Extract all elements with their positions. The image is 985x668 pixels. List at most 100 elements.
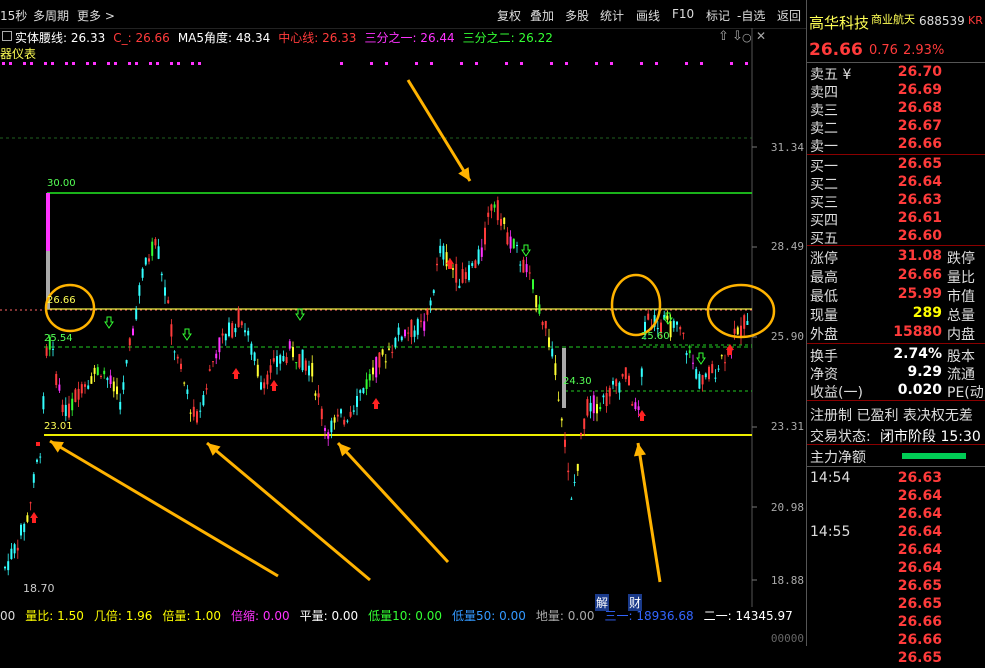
menu-draw[interactable]: 画线 [636, 7, 660, 24]
ask-row-label: 卖四 [810, 85, 838, 101]
candle-body [410, 319, 413, 338]
more-button[interactable]: 更多 > [77, 7, 115, 24]
candle-body [205, 388, 208, 390]
candle-body [272, 358, 275, 362]
candle-body [4, 566, 6, 569]
candle-body [407, 332, 410, 334]
candle-body [125, 360, 128, 364]
signal-dot [128, 62, 131, 65]
ask-row: 卖二 26.67 [807, 118, 985, 137]
candle-body [279, 355, 282, 364]
menu-back[interactable]: 返回 [777, 7, 801, 24]
candle-body [148, 258, 150, 262]
candle-body [672, 320, 675, 328]
menu-mark[interactable]: 标记 [706, 7, 730, 24]
menu-watchlist[interactable]: -自选 [737, 7, 765, 24]
candle-body [202, 395, 205, 406]
candle-body [423, 321, 426, 331]
candle-body [7, 561, 10, 571]
menu-overlay[interactable]: 叠加 [530, 7, 554, 24]
candle-body [352, 410, 355, 412]
notice-text: 注册制 已盈利 表决权无差 [810, 408, 973, 424]
candles [4, 193, 749, 576]
signal-dot [610, 62, 613, 65]
candle-body [567, 470, 570, 473]
candle-body [317, 393, 320, 398]
ask-row: 卖四 26.69 [807, 82, 985, 101]
price-tick: 31.34 [770, 141, 804, 154]
candle-body [20, 524, 22, 536]
candle-body [52, 348, 54, 350]
candle-body [509, 236, 512, 249]
candle-body [13, 544, 16, 554]
main-flow-bar [902, 453, 966, 459]
signal-dot [30, 62, 33, 65]
candle-body [666, 315, 669, 320]
candle-body [71, 398, 74, 411]
candle-body [215, 353, 218, 359]
candle-body [269, 365, 272, 373]
candle-body [490, 204, 493, 211]
candle-body [743, 315, 746, 329]
level-label: 30.00 [47, 178, 76, 189]
candle-body [128, 338, 131, 346]
candle-body [46, 193, 50, 251]
candle-body [26, 515, 29, 522]
signal-dot [156, 62, 159, 65]
buy-arrow-icon [372, 398, 380, 409]
stock-name[interactable]: 高华科技 [809, 12, 869, 33]
menu-stats[interactable]: 统计 [600, 7, 624, 24]
last-price: 26.66 [809, 40, 863, 60]
tick-row-label: 14:54 [810, 470, 851, 486]
candle-body [372, 367, 374, 375]
candle-body [554, 363, 557, 376]
signal-dot [505, 62, 508, 65]
ask-row: 卖五 ¥ 26.70 [807, 64, 985, 83]
candle-body [176, 356, 179, 359]
stat-row-label: 外盘 [810, 327, 838, 343]
menu-f10[interactable]: F10 [672, 7, 694, 21]
signal-dot [430, 62, 433, 65]
candle-body [32, 474, 35, 483]
candle-body [212, 361, 214, 363]
bid-row-label: 买四 [810, 213, 838, 229]
candle-body [608, 387, 611, 397]
candle-body [103, 370, 106, 375]
candle-body [640, 368, 643, 377]
tick-row-value: 26.66 [897, 614, 942, 630]
candle-body [688, 350, 691, 354]
bid-row-value: 26.61 [897, 210, 942, 226]
candle-body [487, 212, 490, 217]
ask-row-value: 26.69 [897, 82, 942, 98]
menu-multistock[interactable]: 多股 [565, 7, 589, 24]
stat-row: 最低 25.99 市值 [807, 286, 985, 305]
bid-row-label: 买五 [810, 231, 838, 247]
volume-indicator-item: 倍量: 1.00 [162, 609, 222, 623]
candlestick-chart[interactable] [0, 28, 806, 607]
candle-body [736, 327, 739, 335]
candle-body [160, 273, 163, 276]
annotation-arrow [336, 441, 450, 564]
candle-body [628, 375, 630, 386]
signal-dot [415, 62, 418, 65]
candle-body [292, 347, 294, 358]
signal-dot [460, 62, 463, 65]
candle-body [631, 404, 634, 406]
candle-body [682, 332, 685, 334]
signal-dot [72, 62, 75, 65]
multi-period-button[interactable]: 多周期 [33, 7, 69, 24]
level-label: 24.30 [563, 376, 592, 387]
sell-arrow-icon [521, 244, 531, 257]
candle-body [231, 323, 234, 338]
period-selector[interactable]: 15秒 [0, 7, 27, 24]
candle-body [192, 406, 195, 417]
candle-body [602, 395, 605, 398]
candle-body [551, 348, 554, 357]
stat-row-label: 换手 [810, 349, 838, 365]
menu-fuquan[interactable]: 复权 [497, 7, 521, 24]
candle-body [116, 386, 118, 395]
candle-body [375, 357, 378, 378]
signal-dot [730, 62, 733, 65]
candle-body [154, 239, 157, 246]
candle-body [324, 428, 326, 431]
